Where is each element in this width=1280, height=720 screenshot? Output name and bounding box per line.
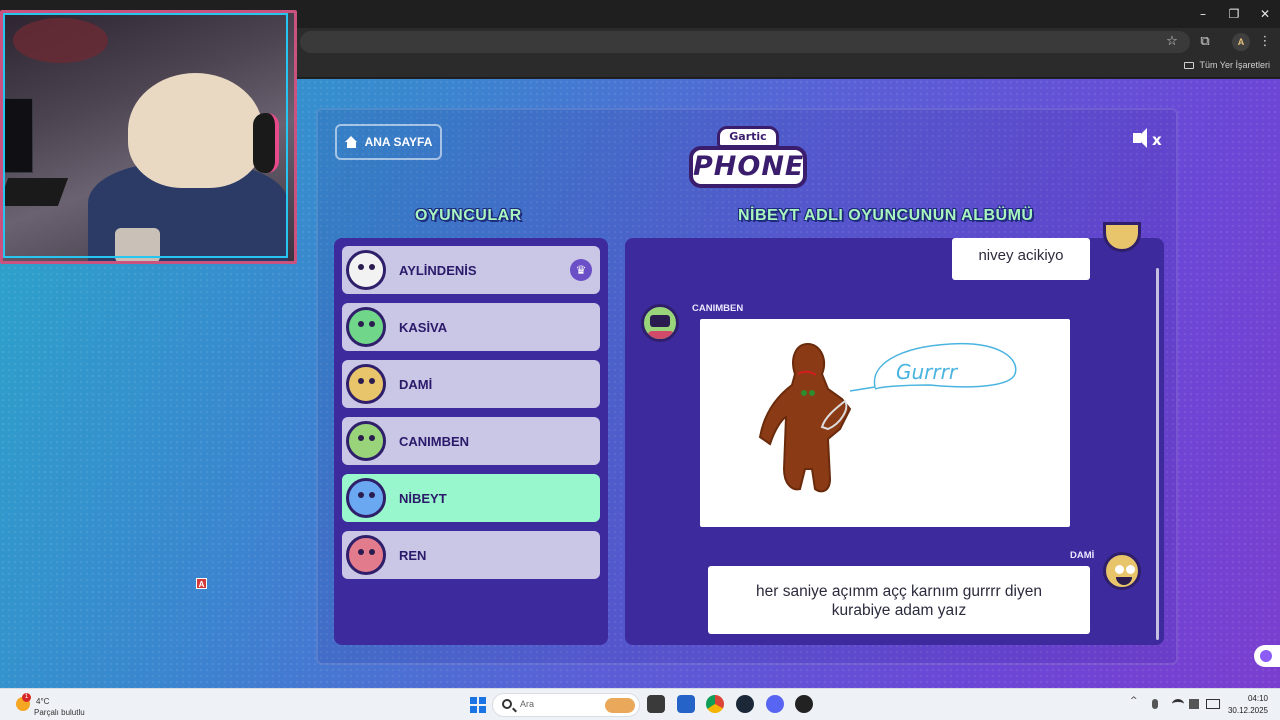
address-bar[interactable] xyxy=(300,31,1190,53)
player-name: REN xyxy=(399,547,427,563)
speaker-muted-icon xyxy=(1133,128,1147,148)
player-row[interactable]: DAMİ xyxy=(342,360,600,408)
player-avatar xyxy=(346,250,386,290)
clock-date[interactable]: 30.12.2025 xyxy=(1218,706,1268,715)
player-name: DAMİ xyxy=(399,376,433,392)
overlay-marker: A xyxy=(196,578,207,589)
close-window-button[interactable]: ✕ xyxy=(1250,4,1280,24)
avatar-eye xyxy=(369,435,375,441)
chrome-icon[interactable] xyxy=(706,695,724,713)
canimben-avatar xyxy=(641,304,679,342)
avatar-eye xyxy=(369,321,375,327)
minimize-button[interactable]: – xyxy=(1188,4,1218,24)
weather-widget[interactable]: 1 4°C Parçalı bulutlu xyxy=(16,693,106,719)
album-scrollbar[interactable] xyxy=(1156,268,1159,640)
search-icon xyxy=(502,699,512,709)
gingerbread-body xyxy=(758,342,852,493)
weather-alert-badge: 1 xyxy=(22,693,31,702)
player-name: CANIMBEN xyxy=(399,433,470,449)
webcam-frame xyxy=(3,13,288,258)
drawing-card: Gurrrr xyxy=(700,319,1070,527)
player-name: AYLİNDENİS xyxy=(399,262,477,278)
extension-icon xyxy=(1260,650,1272,662)
mute-x-icon: x xyxy=(1152,131,1162,149)
extensions-icon[interactable]: ⧉ xyxy=(1196,33,1214,51)
start-button[interactable] xyxy=(470,697,486,713)
guess-line-2: kurabiye adam yaız xyxy=(831,602,967,619)
obs-icon[interactable] xyxy=(795,695,813,713)
owner-badge-icon xyxy=(377,279,383,287)
avatar-eye xyxy=(358,435,364,441)
gartic-phone-logo: Gartic PHONE xyxy=(689,124,807,196)
avatar-eye xyxy=(358,378,364,384)
gingerbread-button xyxy=(809,390,815,396)
guess-author: DAMİ xyxy=(1070,550,1095,561)
avatar-eye xyxy=(369,378,375,384)
all-bookmarks-label: Tüm Yer İşaretleri xyxy=(1199,60,1270,70)
microphone-icon[interactable] xyxy=(1152,699,1158,709)
logo-big-text: PHONE xyxy=(689,146,807,188)
weather-desc: Parçalı bulutlu xyxy=(34,708,85,717)
player-avatar xyxy=(346,478,386,518)
windows-taskbar: 1 4°C Parçalı bulutlu Ara ^ 04:10 30.12.… xyxy=(0,688,1280,720)
avatar-eye xyxy=(369,492,375,498)
gingerbread-button xyxy=(801,390,807,396)
avatar-eye xyxy=(369,264,375,270)
clock-time[interactable]: 04:10 xyxy=(1228,694,1268,703)
player-avatar xyxy=(346,535,386,575)
maximize-button[interactable]: ❐ xyxy=(1219,4,1249,24)
home-button-label: ANA SAYFA xyxy=(364,135,433,149)
player-row[interactable]: CANIMBEN xyxy=(342,417,600,465)
drawing-text: Gurrrr xyxy=(896,360,959,384)
discord-icon[interactable] xyxy=(766,695,784,713)
side-extension-chip[interactable] xyxy=(1254,645,1280,667)
logo-small-text: Gartic xyxy=(717,126,779,148)
taskbar-search[interactable]: Ara xyxy=(492,693,640,717)
tray-chevron-icon[interactable]: ^ xyxy=(1130,696,1142,706)
avatar-eye xyxy=(358,321,364,327)
players-heading: OYUNCULAR xyxy=(415,207,522,224)
drawing-author: CANIMBEN xyxy=(692,303,744,314)
crown-icon: ♛ xyxy=(570,259,592,281)
player-avatar xyxy=(346,364,386,404)
album-text-entry: nivey acikiyo xyxy=(952,238,1090,280)
folder-icon xyxy=(1184,62,1195,69)
album-guess-entry: her saniye açımm açç karnım gurrrr diyen… xyxy=(708,566,1090,634)
avatar-eye xyxy=(358,549,364,555)
weather-temp: 4°C xyxy=(36,697,50,706)
profile-avatar[interactable]: A xyxy=(1232,33,1250,51)
player-row[interactable]: AYLİNDENİS ♛ xyxy=(342,246,600,294)
bookmark-star-icon[interactable]: ☆ xyxy=(1163,33,1181,51)
store-icon[interactable] xyxy=(677,695,695,713)
player-avatar xyxy=(346,421,386,461)
steam-icon[interactable] xyxy=(736,695,754,713)
avatar-eye xyxy=(358,492,364,498)
avatar-eye xyxy=(358,264,364,270)
webcam-overlay xyxy=(0,10,297,264)
task-view-icon[interactable] xyxy=(647,695,665,713)
browser-menu-icon[interactable]: ⋮ xyxy=(1256,33,1274,51)
player-row[interactable]: REN xyxy=(342,531,600,579)
gingerbread-drawing: Gurrrr xyxy=(758,342,1017,493)
avatar-eye xyxy=(369,549,375,555)
search-placeholder: Ara xyxy=(520,699,535,709)
dami-avatar xyxy=(1103,552,1141,590)
player-name: KASİVA xyxy=(399,319,448,335)
player-row[interactable]: NİBEYT xyxy=(342,474,600,522)
home-icon xyxy=(344,136,358,148)
search-highlight-icon xyxy=(605,698,635,713)
home-button[interactable]: ANA SAYFA xyxy=(335,124,442,160)
album-heading: NİBEYT ADLI OYUNCUNUN ALBÜMÜ xyxy=(738,207,1034,224)
player-name: NİBEYT xyxy=(399,490,447,506)
guess-line-1: her saniye açımm açç karnım gurrrr diyen xyxy=(756,583,1042,600)
mute-button[interactable]: x xyxy=(1133,128,1163,153)
volume-icon[interactable] xyxy=(1189,699,1199,709)
player-row[interactable]: KASİVA xyxy=(342,303,600,351)
wifi-icon[interactable] xyxy=(1172,699,1184,709)
player-avatar xyxy=(346,307,386,347)
all-bookmarks-button[interactable]: Tüm Yer İşaretleri xyxy=(1184,60,1270,70)
